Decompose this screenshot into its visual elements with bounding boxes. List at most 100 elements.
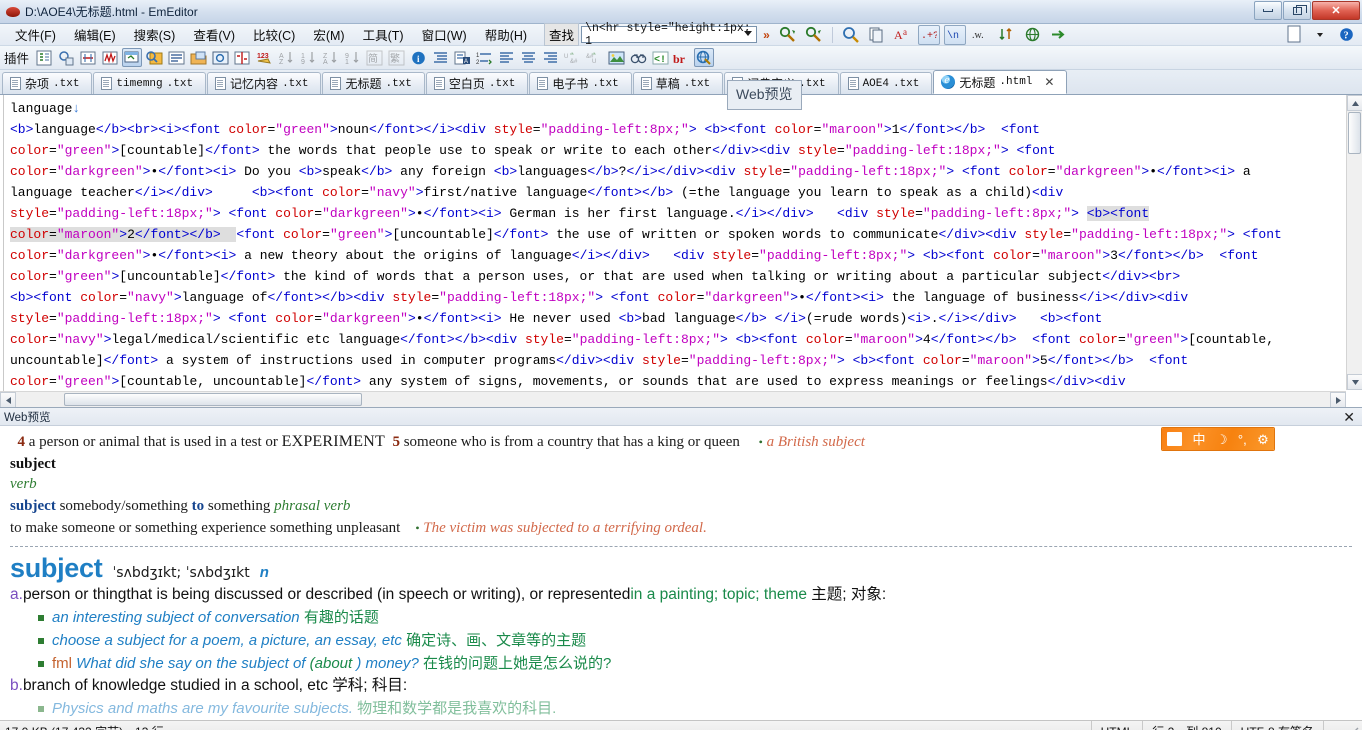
menu-compare[interactable]: 比较(C) [244,23,304,46]
tab-draft[interactable]: 草稿 .txt [632,72,724,94]
editor-line[interactable]: style="padding-left:18px;"> <font color=… [10,308,1362,329]
align-center-icon[interactable] [518,48,538,67]
menu-view[interactable]: 查看(V) [184,23,244,46]
copy-matches-icon[interactable] [866,25,888,45]
editor-line[interactable]: color="maroon">2</font></b> <font color=… [10,224,1362,245]
binocular-icon[interactable] [628,48,648,67]
explorer-icon[interactable] [188,48,208,67]
globe-icon[interactable] [1022,25,1044,45]
sort-az-icon[interactable]: AZ [276,48,296,67]
tab-timemng[interactable]: timemng .txt [93,72,207,94]
outline-icon[interactable] [34,48,54,67]
editor-line[interactable]: color="navy">legal/medical/scientific et… [10,329,1362,350]
menu-window[interactable]: 窗口(W) [413,23,476,46]
find-window-icon[interactable] [144,48,164,67]
web-preview-icon[interactable] [122,48,143,67]
tab-misc[interactable]: 杂项 .txt [2,72,93,94]
tab-untitled-html[interactable]: 无标题 .html ✕ [933,70,1068,94]
menu-macro[interactable]: 宏(M) [304,23,353,46]
editor-line[interactable]: <b>language</b><br><i><font color = "green… [10,119,1362,140]
sort-91-icon[interactable]: 91 [342,48,362,67]
ime-punctuation-icon[interactable]: °, [1238,433,1247,446]
numbering-icon[interactable]: 123 [254,48,274,67]
web-preview-close-icon[interactable]: ✕ [1343,409,1355,426]
menu-edit[interactable]: 编辑(E) [65,23,125,46]
sort-19-icon[interactable]: 19 [298,48,318,67]
find-previous-icon[interactable] [803,25,825,45]
sort-toggle-icon[interactable] [996,25,1018,45]
from-entity-icon[interactable]: &# U [584,48,604,67]
tab-close-icon[interactable]: ✕ [1044,75,1054,89]
info-icon[interactable]: i [408,48,428,67]
match-whole-word-icon[interactable]: .+? [917,24,940,45]
editor-line[interactable]: <b><font color="navy">language of</font>… [10,287,1362,308]
find-all-icon[interactable] [840,25,862,45]
compare-icon[interactable] [232,48,252,67]
editor-line[interactable]: color="darkgreen">•</font><i> Do you <b>… [10,161,1362,182]
ime-toolbar[interactable]: b 中 ☽ °, ⚙ [1162,428,1274,450]
resize-grip-icon[interactable] [1346,724,1362,730]
status-encoding[interactable]: UTF-8 有签名 [1230,720,1323,730]
find-input[interactable]: \n<hr style="height:1px; 1 [581,22,758,48]
close-button[interactable]: ✕ [1312,1,1360,20]
to-entity-icon[interactable]: U &# [562,48,582,67]
escape-sequence-icon[interactable]: \n [943,24,966,45]
editor-hscroll-thumb[interactable] [64,393,362,406]
editor-line[interactable]: language↓ [10,98,1362,119]
editor-vertical-scrollbar[interactable] [1346,95,1362,390]
chevron-down-icon[interactable] [744,31,753,36]
traditional-icon[interactable]: 繁 [386,48,406,67]
editor-line[interactable]: color="green">[countable]</font> the wor… [10,140,1362,161]
image-icon[interactable] [606,48,626,67]
web-preview-content[interactable]: 4 a person or animal that is used in a t… [0,426,1362,720]
match-case-icon[interactable]: Aa [892,25,914,45]
tab-untitled[interactable]: 无标题 .txt [322,72,425,94]
editor-line[interactable]: color="green">[countable, uncountable]</… [10,371,1362,392]
tab-ebook[interactable]: 电子书 .txt [529,72,632,94]
tab-memory[interactable]: 记忆内容 .txt [207,72,322,94]
go-icon[interactable] [1048,25,1070,45]
highlight-icon[interactable] [100,48,120,67]
ime-settings-gear-icon[interactable]: ⚙ [1257,433,1269,446]
ime-moon-icon[interactable]: ☽ [1216,433,1228,446]
lookup-icon[interactable] [56,48,76,67]
bing-ime-logo-icon[interactable]: b [1167,432,1183,446]
regex-icon[interactable]: .w. [970,25,992,45]
snippet-icon[interactable] [78,48,98,67]
scroll-down-arrow-icon[interactable] [1347,374,1362,390]
indent-icon[interactable] [430,48,450,67]
renumber-icon[interactable]: 12 [474,48,494,67]
scroll-right-arrow-icon[interactable] [1330,392,1346,407]
menu-tools[interactable]: 工具(T) [354,23,413,46]
browser-refresh-icon[interactable] [694,48,715,67]
scroll-up-arrow-icon[interactable] [1347,95,1362,111]
wordcount-icon[interactable] [166,48,186,67]
editor-scroll-thumb[interactable] [1348,112,1361,154]
scroll-left-arrow-icon[interactable] [0,392,16,407]
editor-line[interactable]: color="darkgreen">•</font><i> a new theo… [10,245,1362,266]
editor-horizontal-scrollbar[interactable] [0,391,1346,407]
editor-line[interactable]: uncountable]</font> a system of instruct… [10,350,1362,371]
tab-aoe4[interactable]: AOE4 .txt [839,72,933,94]
editor-line[interactable]: language teacher</i></div> <b><font colo… [10,182,1362,203]
simplified-icon[interactable]: 简 [364,48,384,67]
menu-file[interactable]: 文件(F) [6,23,65,46]
tab-blank[interactable]: 空白页 .txt [425,72,529,94]
comment-tag-icon[interactable]: <! [650,48,670,67]
preview-pane-icon[interactable] [210,48,230,67]
menu-help[interactable]: 帮助(H) [476,23,536,46]
block-icon[interactable]: A [452,48,472,67]
minimize-button[interactable] [1254,1,1282,20]
status-language[interactable]: HTML [1090,720,1143,730]
br-icon[interactable]: br [672,48,692,67]
editor-pane[interactable]: language↓ <b>language</b><br><i><font col… [0,95,1362,408]
menu-search[interactable]: 搜索(S) [125,23,185,46]
editor-line[interactable]: color="green">[uncountable]</font> the k… [10,266,1362,287]
editor-text-area[interactable]: language↓ <b>language</b><br><i><font col… [4,95,1362,407]
find-next-icon[interactable] [777,25,799,45]
ime-mode-chinese[interactable]: 中 [1193,433,1206,446]
sort-za-icon[interactable]: ZA [320,48,340,67]
align-right-icon[interactable] [540,48,560,67]
new-document-dropdown-icon[interactable] [1309,25,1331,45]
status-caret-position[interactable]: 行 2，列 810 [1142,720,1230,730]
